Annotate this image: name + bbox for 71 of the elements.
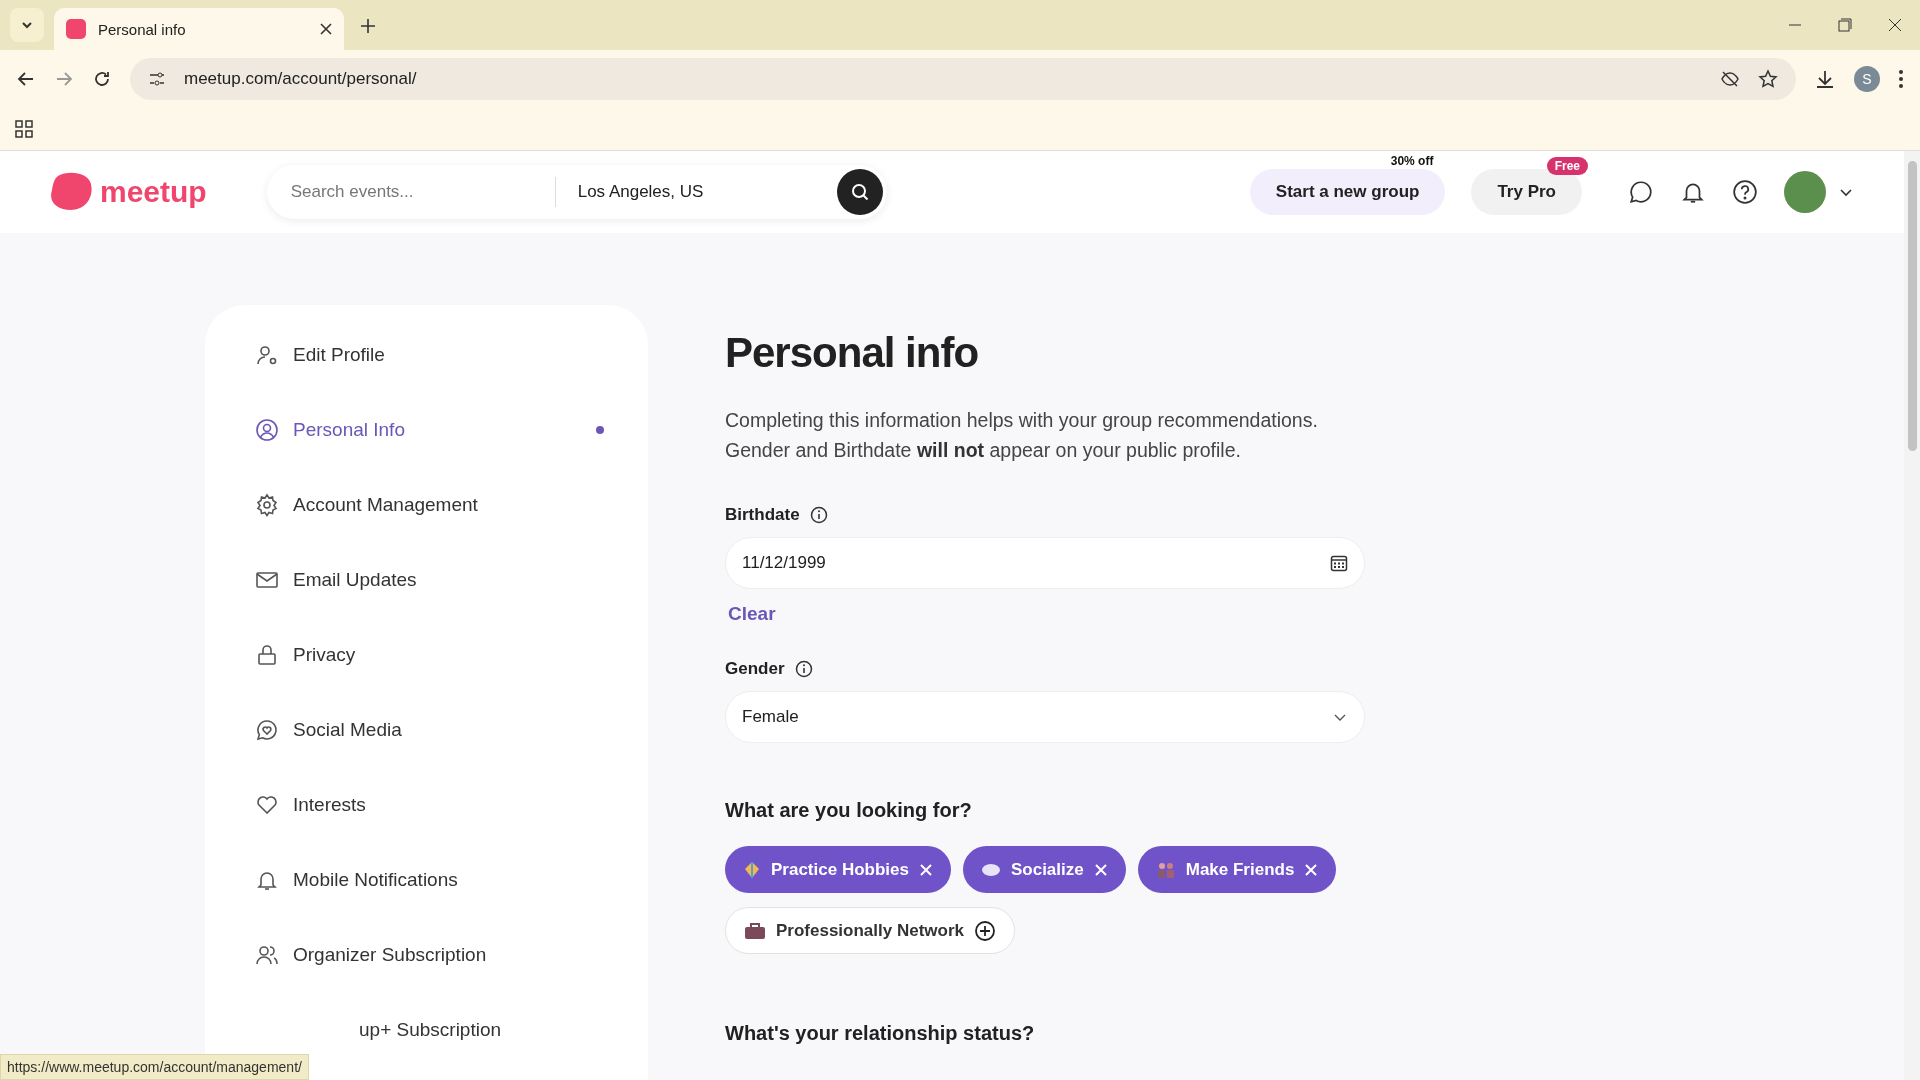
lock-icon: [255, 643, 279, 667]
search-button[interactable]: [836, 169, 883, 215]
info-icon[interactable]: [794, 660, 813, 678]
interest-chip[interactable]: Make Friends: [1137, 846, 1337, 893]
discount-label: 30% off: [1389, 153, 1435, 170]
add-circle-icon: [974, 919, 996, 942]
user-circle-icon: [255, 418, 279, 442]
interest-chip[interactable]: Socialize: [962, 846, 1126, 893]
help-button[interactable]: [1732, 179, 1758, 205]
eye-off-icon[interactable]: [1720, 68, 1740, 89]
birthdate-field[interactable]: 11/12/1999: [725, 537, 1365, 589]
close-icon: [1093, 862, 1108, 877]
star-icon[interactable]: [1758, 68, 1778, 89]
location-field[interactable]: Los Angeles, US: [577, 182, 837, 202]
sidebar-item[interactable]: Account Management: [227, 475, 626, 535]
scrollbar[interactable]: [1904, 151, 1920, 1080]
sidebar-item[interactable]: Edit Profile: [227, 325, 626, 385]
heart-icon: [255, 793, 279, 817]
free-badge: Free: [1546, 157, 1588, 175]
menu-icon[interactable]: [1898, 68, 1904, 89]
section-heading: What are you looking for?: [725, 799, 973, 822]
site-settings-icon: [148, 69, 166, 88]
interest-chip[interactable]: Professionally Network: [725, 907, 1015, 954]
speech-bubble-icon: [980, 862, 1001, 877]
new-tab-icon[interactable]: [360, 18, 376, 34]
messages-button[interactable]: [1628, 179, 1654, 205]
briefcase-icon: [744, 921, 766, 940]
profile-avatar[interactable]: S: [1854, 65, 1880, 92]
help-icon: [1732, 179, 1758, 205]
sidebar-item[interactable]: Privacy: [227, 625, 626, 685]
try-pro-button[interactable]: Try Pro: [1471, 169, 1582, 215]
meetup-favicon-icon: [66, 19, 86, 39]
field-label: Birthdate: [725, 505, 800, 525]
restore-icon[interactable]: [1838, 18, 1852, 32]
sidebar-item[interactable]: Interests: [227, 775, 626, 835]
apps-grid-icon[interactable]: [14, 118, 34, 139]
close-window-icon[interactable]: [1888, 18, 1902, 32]
page-title: Personal info: [725, 329, 980, 377]
address-bar[interactable]: meetup.com/account/personal/: [130, 57, 1796, 100]
search-icon: [849, 182, 870, 202]
browser-tab[interactable]: Personal info: [54, 8, 344, 50]
users-icon: [255, 943, 279, 967]
sidebar-item[interactable]: Organizer Subscription: [227, 925, 626, 985]
people-icon: [1155, 860, 1176, 879]
sidebar-item[interactable]: Social Media: [227, 700, 626, 760]
status-url: https://www.meetup.com/account/management/: [0, 1054, 309, 1080]
close-icon[interactable]: [320, 23, 332, 35]
interest-chip[interactable]: Practice Hobbies: [725, 846, 951, 893]
kite-icon: [743, 860, 761, 879]
chat-icon: [1628, 179, 1654, 205]
active-dot: [596, 426, 604, 434]
chat-heart-icon: [255, 718, 279, 742]
gear-icon: [255, 493, 279, 517]
field-label: Gender: [725, 659, 785, 679]
start-group-button[interactable]: Start a new group: [1249, 169, 1446, 215]
sidebar-item[interactable]: Email Updates: [227, 550, 626, 610]
clear-link[interactable]: Clear: [725, 603, 779, 625]
intro-text: Completing this information helps with your group recommendations. Gender and Birthdate will not appear on your public profile.: [725, 408, 1319, 463]
sidebar-item[interactable]: Personal Info: [227, 400, 626, 460]
user-avatar[interactable]: [1784, 171, 1826, 213]
user-gear-icon: [255, 343, 279, 367]
close-icon: [918, 862, 933, 877]
section-heading: What's your relationship status?: [725, 1022, 1036, 1045]
search-field[interactable]: Search events...: [288, 181, 533, 203]
logo-text[interactable]: meetup: [100, 175, 207, 209]
sidebar-item[interactable]: Mobile Notifications: [227, 850, 626, 910]
gender-dropdown[interactable]: Female: [725, 691, 1365, 743]
close-icon: [1304, 862, 1319, 877]
info-icon[interactable]: [809, 506, 828, 524]
meetup-logo-icon[interactable]: [50, 172, 94, 212]
calendar-icon[interactable]: [1330, 554, 1348, 572]
